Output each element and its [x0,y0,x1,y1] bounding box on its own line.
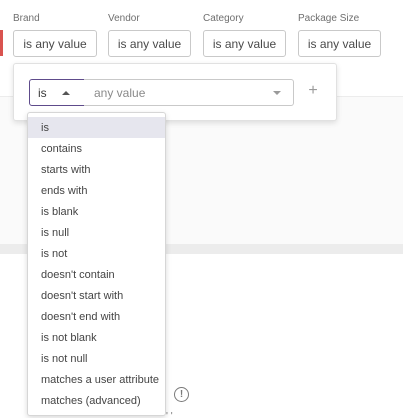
dropdown-option[interactable]: starts with [28,159,165,180]
chevron-up-icon [62,91,70,95]
dropdown-option[interactable]: matches (advanced) [28,390,165,411]
filter-package-size: Package Size is any value [298,13,381,57]
filter-brand: Brand is any value [13,13,97,57]
plus-icon: + [308,82,318,99]
operator-value: is [38,85,47,100]
filter-label: Package Size [298,13,360,24]
filter-label: Brand [13,13,40,24]
dropdown-option[interactable]: doesn't contain [28,264,165,285]
background-text: ' ' [166,411,173,418]
dropdown-option[interactable]: doesn't start with [28,285,165,306]
filter-label: Vendor [108,13,140,24]
dropdown-option[interactable]: contains [28,138,165,159]
dropdown-option[interactable]: is [28,117,165,138]
chevron-down-icon [273,91,281,95]
dropdown-option[interactable]: ends with [28,180,165,201]
dropdown-option[interactable]: is blank [28,201,165,222]
add-condition-button[interactable]: + [304,81,322,101]
operator-dropdown: is contains starts with ends with is blank is… [27,112,166,416]
dropdown-option[interactable]: is not null [28,348,165,369]
filter-label: Category [203,13,244,24]
filter-vendor: Vendor is any value [108,13,191,57]
dropdown-option[interactable]: is not blank [28,327,165,348]
filter-brand-button[interactable]: is any value [13,30,97,57]
filter-vendor-button[interactable]: is any value [108,30,191,57]
value-select[interactable]: any value [84,79,294,106]
warning-icon: ! [174,387,189,402]
dropdown-option[interactable]: doesn't end with [28,306,165,327]
accent-edge [0,30,3,56]
dropdown-option[interactable]: is not [28,243,165,264]
operator-select[interactable]: is [29,79,85,106]
dropdown-option[interactable]: is null [28,222,165,243]
dropdown-option[interactable]: matches a user attribute [28,369,165,390]
value-placeholder: any value [94,85,146,100]
filter-category: Category is any value [203,13,286,57]
filter-category-button[interactable]: is any value [203,30,286,57]
filter-package-size-button[interactable]: is any value [298,30,381,57]
